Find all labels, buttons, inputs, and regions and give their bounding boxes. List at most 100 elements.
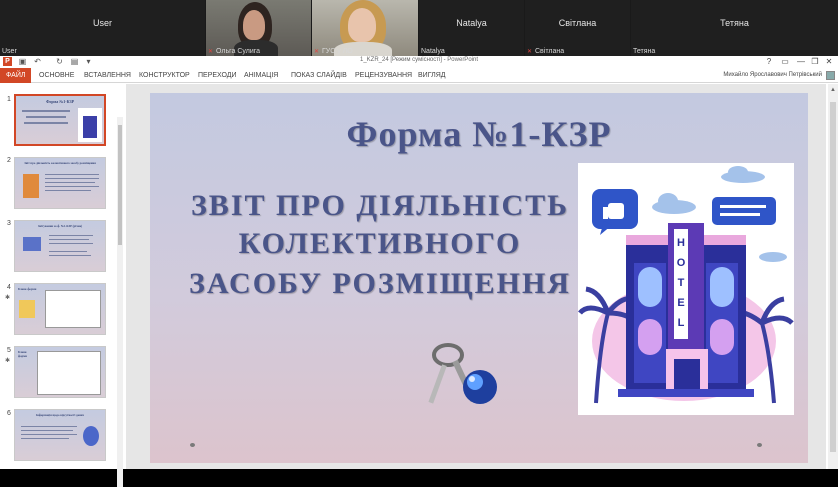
thumbnail-text-line bbox=[49, 251, 87, 252]
scrollbar-thumb[interactable] bbox=[830, 102, 836, 452]
participant-name: Natalya bbox=[456, 18, 487, 28]
thumbnail-text-line bbox=[49, 235, 93, 236]
close-button[interactable]: ✕ bbox=[822, 56, 836, 68]
thumbnail-text-line bbox=[45, 178, 99, 179]
thumbnail-title: Звітування за ф. №1-КЗР (річна) bbox=[37, 224, 83, 228]
scrollbar-thumb[interactable] bbox=[118, 125, 122, 245]
hotel-sign-letter: T bbox=[677, 277, 685, 289]
tab-design[interactable]: КОНСТРУКТОР bbox=[139, 68, 190, 83]
account-name[interactable]: Михайло Ярославович Петрівський bbox=[723, 68, 822, 83]
hotel-sign: H O T E L bbox=[674, 233, 688, 333]
participant-label: ✕ ГУС у ЛО bbox=[314, 48, 353, 55]
minimize-button[interactable]: — bbox=[794, 56, 808, 68]
tab-animations[interactable]: АНІМАЦІЯ bbox=[244, 68, 278, 83]
ribbon-tabs: ФАЙЛ ОСНОВНЕ ВСТАВЛЕННЯ КОНСТРУКТОР ПЕРЕ… bbox=[0, 68, 838, 83]
mic-muted-icon: ✕ bbox=[314, 49, 320, 55]
slide-thumbnail-4[interactable]: Бланк форми bbox=[14, 283, 106, 335]
thumbnail-text-line bbox=[49, 239, 89, 240]
thumbnail-text-line bbox=[21, 438, 69, 439]
current-slide[interactable]: Форма №1-КЗР ЗВІТ ПРО ДІЯЛЬНІСТЬ КОЛЕКТИ… bbox=[150, 93, 808, 463]
tab-transitions[interactable]: ПЕРЕХОДИ bbox=[198, 68, 237, 83]
participant-tile-natalya[interactable]: Natalya Natalya bbox=[419, 0, 524, 56]
thumbnail-text-line bbox=[45, 182, 95, 183]
powerpoint-window: P ▣ ↶ ↻ ▤ ▾ 1_KZR_24 [Режим сумісності] … bbox=[0, 56, 838, 487]
participant-face bbox=[243, 10, 265, 40]
hotel-sign-letter: L bbox=[677, 317, 685, 329]
thumbnail-title: Інформація щодо відсутності даних bbox=[35, 413, 85, 417]
thumbnail-title: Бланк форми bbox=[18, 287, 37, 291]
slide-thumbnail-1[interactable]: Форма №1-КЗР bbox=[14, 94, 106, 146]
avatar[interactable] bbox=[826, 71, 835, 80]
thumbnail-title: Звіт про діяльність колективного засобу … bbox=[24, 161, 96, 165]
slide-thumbnail-pane: 1 Форма №1-КЗР 2 Звіт про діяльність кол… bbox=[0, 84, 125, 487]
thumbnail-image bbox=[23, 174, 39, 198]
slide-thumbnail-6[interactable]: Інформація щодо відсутності даних bbox=[14, 409, 106, 461]
slide-thumbnail-5[interactable]: Бланк форми bbox=[14, 346, 106, 398]
window-title: 1_KZR_24 [Режим сумісності] - PowerPoint bbox=[360, 57, 478, 63]
thumbnail-text-line bbox=[26, 116, 66, 118]
thumbnail-number: 6 bbox=[7, 410, 11, 417]
participant-label: Тетяна bbox=[633, 48, 656, 55]
tab-view[interactable]: ВИГЛЯД bbox=[418, 68, 446, 83]
participant-tile-gus[interactable]: ✕ ГУС у ЛО bbox=[312, 0, 418, 56]
tab-review[interactable]: РЕЦЕНЗУВАННЯ bbox=[355, 68, 412, 83]
thumbnail-scrollbar[interactable] bbox=[117, 117, 123, 487]
slide-subtitle-line-2[interactable]: КОЛЕКТИВНОГО bbox=[150, 227, 610, 261]
mic-muted-icon: ✕ bbox=[527, 49, 533, 55]
thumbnail-title: Форма №1-КЗР bbox=[45, 99, 75, 104]
mic-muted-icon: ✕ bbox=[208, 49, 214, 55]
tab-insert[interactable]: ВСТАВЛЕННЯ bbox=[84, 68, 131, 83]
animation-star-icon: ✱ bbox=[5, 295, 11, 301]
participant-label: User bbox=[2, 48, 17, 55]
slide-title[interactable]: Форма №1-КЗР bbox=[150, 113, 808, 155]
thumbnail-text-line bbox=[22, 110, 70, 112]
hotel-illustration[interactable]: H O T E L bbox=[578, 163, 794, 415]
thumbnail-form-image bbox=[45, 290, 101, 328]
ribbon-display-button[interactable]: ▭ bbox=[778, 56, 792, 68]
thumbnail-form-image bbox=[37, 351, 101, 395]
thumbnail-image bbox=[19, 300, 35, 318]
title-bar: P ▣ ↶ ↻ ▤ ▾ 1_KZR_24 [Режим сумісності] … bbox=[0, 56, 838, 68]
thumbnail-number: 3 bbox=[7, 220, 11, 227]
video-conference-strip: User User ✕ Ольга Сулига ✕ ГУС у ЛО Nataly… bbox=[0, 0, 838, 56]
tab-slide-show[interactable]: ПОКАЗ СЛАЙДІВ bbox=[291, 68, 347, 83]
participant-tile-svitlana[interactable]: Світлана ✕ Світлана bbox=[525, 0, 630, 56]
participant-name: Тетяна bbox=[720, 18, 749, 28]
scroll-up-icon[interactable]: ▲ bbox=[829, 86, 837, 94]
participant-tile-tetiana[interactable]: Тетяна Тетяна bbox=[631, 0, 838, 56]
slide-thumbnail-2[interactable]: Звіт про діяльність колективного засобу … bbox=[14, 157, 106, 209]
thumbnail-number: 4 bbox=[7, 284, 11, 291]
thumbnail-image bbox=[23, 237, 41, 251]
slide-subtitle-line-1[interactable]: ЗВІТ ПРО ДІЯЛЬНІСТЬ bbox=[150, 189, 610, 223]
participant-label: ✕ Світлана bbox=[527, 48, 565, 55]
slide-decor-dot bbox=[190, 443, 195, 447]
participant-name: Світлана bbox=[558, 18, 597, 28]
slide-subtitle-line-3[interactable]: ЗАСОБУ РОЗМІЩЕННЯ bbox=[150, 267, 610, 301]
participant-tile-user[interactable]: User User bbox=[0, 0, 205, 56]
thumbnail-text-line bbox=[21, 434, 77, 435]
participant-label: ✕ Ольга Сулига bbox=[208, 48, 261, 55]
participant-tile-olga[interactable]: ✕ Ольга Сулига bbox=[206, 0, 311, 56]
animation-star-icon: ✱ bbox=[5, 358, 11, 364]
thumbnail-text-line bbox=[45, 186, 99, 187]
restore-button[interactable]: ❐ bbox=[808, 56, 822, 68]
slide-scrollbar[interactable]: ▲ bbox=[828, 84, 838, 469]
thumbnail-text-line bbox=[21, 426, 77, 427]
thumbnail-image bbox=[83, 426, 99, 446]
hotel-sign-letter: H bbox=[677, 237, 685, 249]
thumbnail-image bbox=[78, 108, 102, 142]
thumbnail-text-line bbox=[24, 122, 68, 124]
participant-label: Natalya bbox=[421, 48, 445, 55]
slide-decor-dot bbox=[757, 443, 762, 447]
participant-face bbox=[348, 8, 376, 42]
tab-file[interactable]: ФАЙЛ bbox=[0, 68, 32, 83]
help-button[interactable]: ? bbox=[762, 56, 776, 68]
thumbnail-text-line bbox=[45, 190, 91, 191]
keys-clipart[interactable] bbox=[428, 341, 500, 417]
tab-home[interactable]: ОСНОВНЕ bbox=[39, 68, 74, 83]
slide-thumbnail-3[interactable]: Звітування за ф. №1-КЗР (річна) bbox=[14, 220, 106, 272]
thumbnail-text-line bbox=[49, 255, 91, 256]
thumbnail-number: 2 bbox=[7, 157, 11, 164]
thumbnail-number: 5 bbox=[7, 347, 11, 354]
hotel-sign-letter: E bbox=[677, 297, 685, 309]
